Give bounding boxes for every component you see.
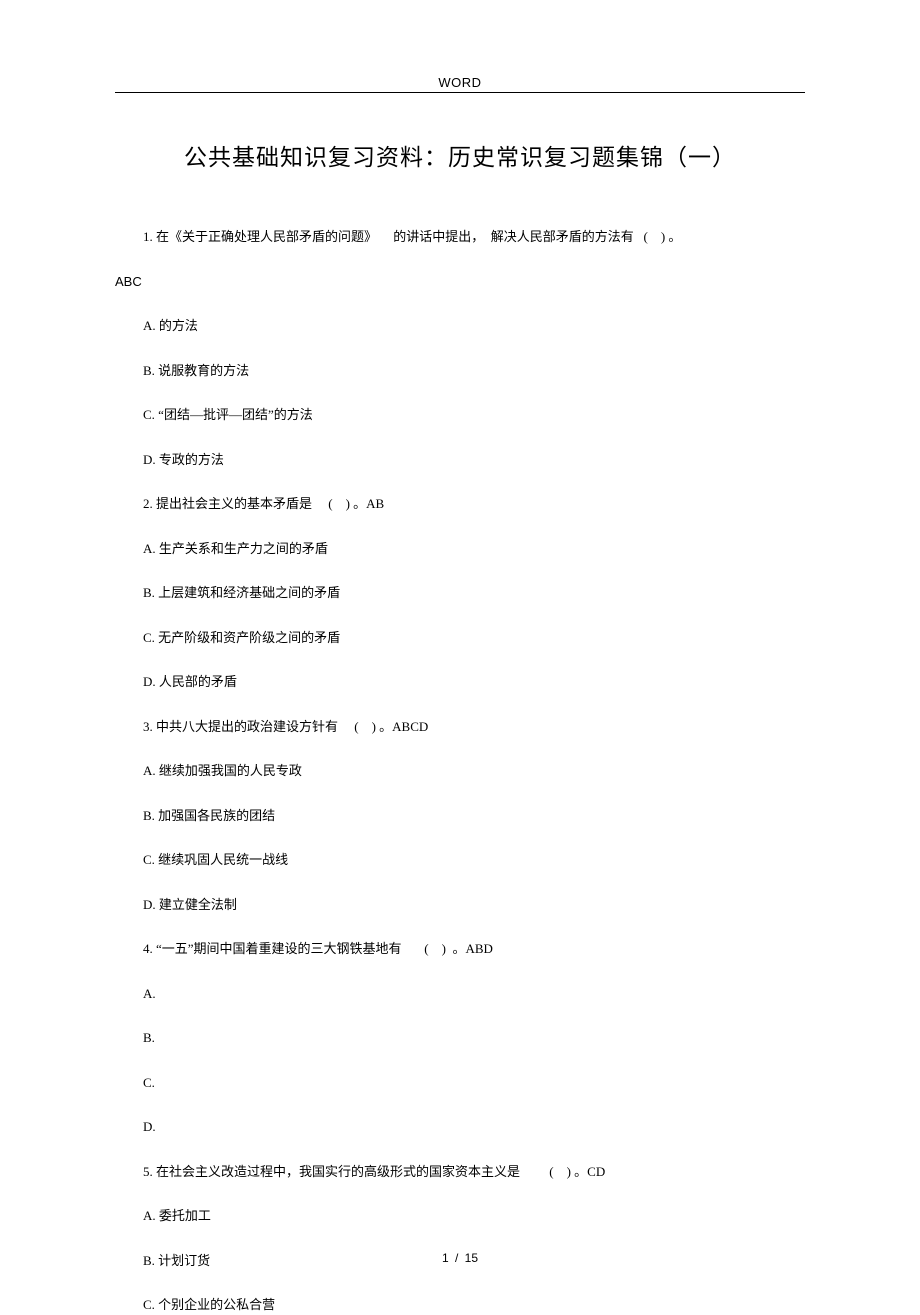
q2-stem: 2. 提出社会主义的基本矛盾是 ( ) 。AB	[115, 494, 805, 514]
q3-option-b: B. 加强国各民族的团结	[115, 806, 805, 826]
q3-option-d: D. 建立健全法制	[115, 895, 805, 915]
q2-option-b: B. 上层建筑和经济基础之间的矛盾	[115, 583, 805, 603]
q2-option-d: D. 人民部的矛盾	[115, 672, 805, 692]
page-title: 公共基础知识复习资料：历史常识复习题集锦（一）	[115, 138, 805, 172]
q4-option-b: B.	[115, 1028, 805, 1048]
q1-option-a: A. 的方法	[115, 316, 805, 336]
q1-option-d: D. 专政的方法	[115, 450, 805, 470]
q2-option-a: A. 生产关系和生产力之间的矛盾	[115, 539, 805, 559]
q3-stem: 3. 中共八大提出的政治建设方针有 ( ) 。ABCD	[115, 717, 805, 737]
q4-option-d: D.	[115, 1117, 805, 1137]
q4-option-c: C.	[115, 1073, 805, 1093]
q4-option-a: A.	[115, 984, 805, 1004]
q5-option-c: C. 个别企业的公私合营	[115, 1295, 805, 1315]
header-label: WORD	[115, 75, 805, 92]
page-footer: 1 / 15	[0, 1251, 920, 1265]
page-container: WORD 公共基础知识复习资料：历史常识复习题集锦（一） 1. 在《关于正确处理…	[0, 0, 920, 1303]
q4-stem: 4. “一五”期间中国着重建设的三大钢铁基地有 ( ) 。ABD	[115, 939, 805, 959]
q1-option-c: C. “团结—批评—团结”的方法	[115, 405, 805, 425]
q5-stem: 5. 在社会主义改造过程中，我国实行的高级形式的国家资本主义是 ( ) 。CD	[115, 1162, 805, 1182]
q3-option-a: A. 继续加强我国的人民专政	[115, 761, 805, 781]
footer-separator: /	[455, 1251, 458, 1265]
document-body: 1. 在《关于正确处理人民部矛盾的问题》 的讲话中提出， 解决人民部矛盾的方法有…	[115, 227, 805, 1315]
q1-answer: ABC	[115, 272, 805, 292]
q5-option-a: A. 委托加工	[115, 1206, 805, 1226]
q1-option-b: B. 说服教育的方法	[115, 361, 805, 381]
footer-page-total: 15	[465, 1251, 478, 1265]
q1-stem: 1. 在《关于正确处理人民部矛盾的问题》 的讲话中提出， 解决人民部矛盾的方法有…	[115, 227, 805, 247]
header-rule	[115, 92, 805, 93]
q2-option-c: C. 无产阶级和资产阶级之间的矛盾	[115, 628, 805, 648]
page-header: WORD	[115, 75, 805, 93]
footer-page-current: 1	[442, 1251, 449, 1265]
q3-option-c: C. 继续巩固人民统一战线	[115, 850, 805, 870]
